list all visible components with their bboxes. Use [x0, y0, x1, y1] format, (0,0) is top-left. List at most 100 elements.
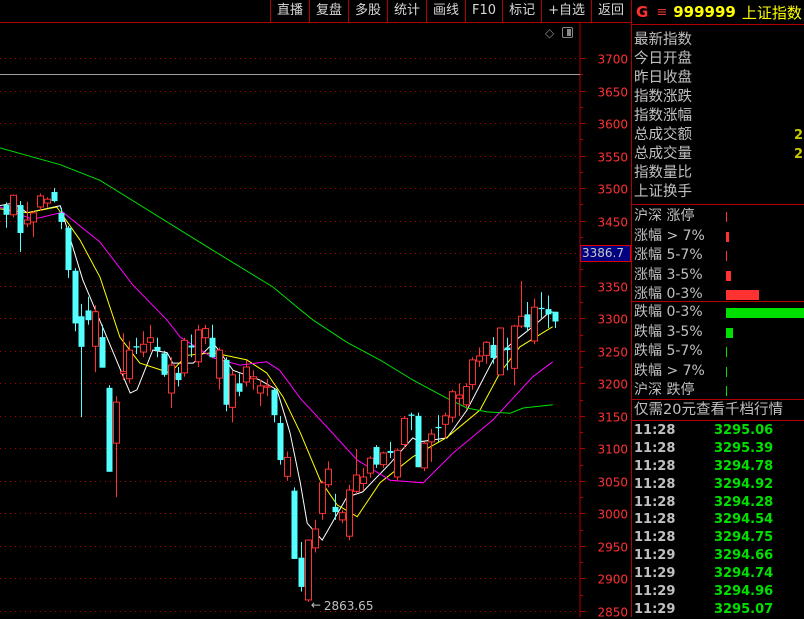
candle-body-down — [332, 506, 339, 513]
quote-section: 最新指数今日开盘昨日收盘指数涨跌指数涨幅总成交额 25 总成交量 22 指数量比上证换手 — [632, 25, 804, 205]
up-stats: 沪深 涨停 涨幅 > 7% 涨幅 5-7% 涨幅 3-5% 涨幅 0-3% — [632, 205, 804, 302]
low-arrow-icon: ← — [311, 598, 321, 612]
quote-row: 指数涨幅 — [632, 107, 804, 126]
tick-time: 11:28 — [634, 423, 676, 438]
tick-price: 3294.54 — [714, 512, 774, 528]
stat-bar — [726, 270, 731, 281]
stat-bar — [726, 327, 734, 338]
toolbar-button[interactable]: 标记 — [502, 0, 541, 22]
promo-link[interactable]: 仅需20元查看千档行情 — [632, 400, 804, 421]
candle-body-down — [17, 205, 24, 234]
toolbar-button[interactable]: 直播 — [269, 0, 309, 22]
stat-bar — [726, 231, 730, 242]
candle-body-down — [161, 353, 168, 375]
axis-tick-label: 3150 — [597, 411, 628, 425]
axis-tick-label: 3550 — [597, 151, 628, 165]
axis-tick-label: 3650 — [597, 86, 628, 100]
candle-body-up — [229, 374, 236, 408]
candle-body-up — [367, 457, 374, 474]
toolbar-button[interactable]: +自选 — [541, 0, 591, 22]
quote-label: 最新指数 — [634, 32, 692, 48]
quote-label: 指数涨幅 — [634, 108, 692, 124]
quote-label: 指数量比 — [634, 165, 692, 181]
stat-bar — [726, 251, 727, 261]
candle-body-up — [257, 385, 264, 394]
tick-price: 3294.96 — [714, 584, 774, 600]
tick-time: 11:28 — [634, 458, 676, 474]
quote-row: 总成交量 22 — [632, 145, 804, 164]
tick-price: 3294.66 — [714, 548, 774, 564]
candle-body-down — [51, 192, 58, 202]
menu-icon[interactable]: ≡ — [656, 5, 667, 20]
g-badge[interactable]: G — [636, 3, 648, 21]
candle-body-up — [140, 343, 147, 353]
axis-tick-label: 3000 — [597, 508, 628, 522]
candle-body-up — [449, 391, 456, 418]
candle-body-down — [78, 316, 85, 347]
candle-body-down — [277, 422, 284, 461]
candle-body-up — [243, 366, 250, 383]
axis-tick-label: 3500 — [597, 183, 628, 197]
candle-body-down — [415, 415, 422, 468]
quote-row: 今日开盘 — [632, 50, 804, 69]
candle-body-up — [312, 528, 319, 549]
candle-body-down — [538, 307, 545, 310]
candle-body-up — [202, 328, 209, 339]
panel-header: G ≡ 999999 上证指数 — [632, 0, 804, 25]
quote-label: 指数涨跌 — [634, 89, 692, 105]
tick-price: 3295.07 — [714, 601, 774, 617]
toolbar-button[interactable]: 统计 — [387, 0, 426, 22]
candle-body-up — [24, 219, 31, 225]
tick-list: 11:28 3295.06 11:28 3295.39 11:28 3294.78 11:2… — [632, 421, 804, 619]
candle-body-up — [10, 194, 17, 216]
quote-value: 22 — [794, 147, 804, 162]
candle-body-up — [511, 325, 518, 369]
axis-tick-label: 3200 — [597, 378, 628, 392]
quote-label: 总成交额 — [634, 127, 692, 143]
candle-body-down — [188, 345, 195, 348]
candle-body-up — [325, 468, 332, 486]
candle-body-up — [483, 341, 490, 356]
kline-chart[interactable]: 3700365036003550350034503400335033003250… — [0, 23, 631, 617]
candle-body-up — [401, 417, 408, 445]
candle-body-up — [421, 442, 428, 469]
quote-label: 昨日收盘 — [634, 70, 692, 86]
low-price-label: 2863.65 — [324, 599, 374, 613]
quote-label: 上证换手 — [634, 184, 692, 200]
candle-body-up — [181, 339, 188, 374]
candle-body-up — [250, 376, 257, 380]
axis-tick-label: 2950 — [597, 541, 628, 555]
candle-body-up — [195, 329, 202, 363]
candle-body-up — [168, 364, 175, 394]
stat-label: 跌幅 > 7% — [634, 362, 705, 379]
candle-body-up — [469, 359, 476, 386]
tick-row: 11:29 3294.96 — [632, 583, 804, 601]
candle-body-up — [463, 386, 470, 406]
candle-body-down — [490, 344, 497, 358]
tick-time: 11:29 — [634, 548, 676, 564]
candle-body-down — [209, 337, 216, 358]
stat-bar — [726, 386, 727, 396]
tick-row: 11:28 3294.92 — [632, 476, 804, 494]
toolbar-button[interactable]: F10 — [465, 0, 502, 22]
candle-body-up — [30, 212, 37, 223]
candle-body-up — [518, 315, 525, 327]
candle-body-up — [264, 385, 271, 388]
panel-toggle-icon[interactable] — [562, 27, 574, 38]
candle-body-up — [44, 198, 51, 204]
tick-price: 3294.74 — [714, 566, 774, 582]
diamond-icon[interactable]: ◇ — [545, 26, 554, 40]
quote-row: 总成交额 25 — [632, 126, 804, 145]
candle-body-down — [99, 337, 106, 368]
candle-body-up — [305, 539, 312, 601]
security-name: 上证指数 — [741, 3, 802, 22]
candle-body-up — [353, 474, 360, 492]
toolbar-button[interactable]: 多股 — [347, 0, 387, 22]
toolbar-button[interactable]: 画线 — [426, 0, 465, 22]
toolbar-button[interactable]: 返回 — [590, 0, 630, 22]
quote-label: 今日开盘 — [634, 51, 692, 67]
stat-label: 沪深 涨停 — [634, 208, 695, 224]
toolbar-button[interactable]: 复盘 — [308, 0, 348, 22]
axis-tick-label: 3600 — [597, 118, 628, 132]
tick-price: 3294.28 — [714, 494, 774, 510]
